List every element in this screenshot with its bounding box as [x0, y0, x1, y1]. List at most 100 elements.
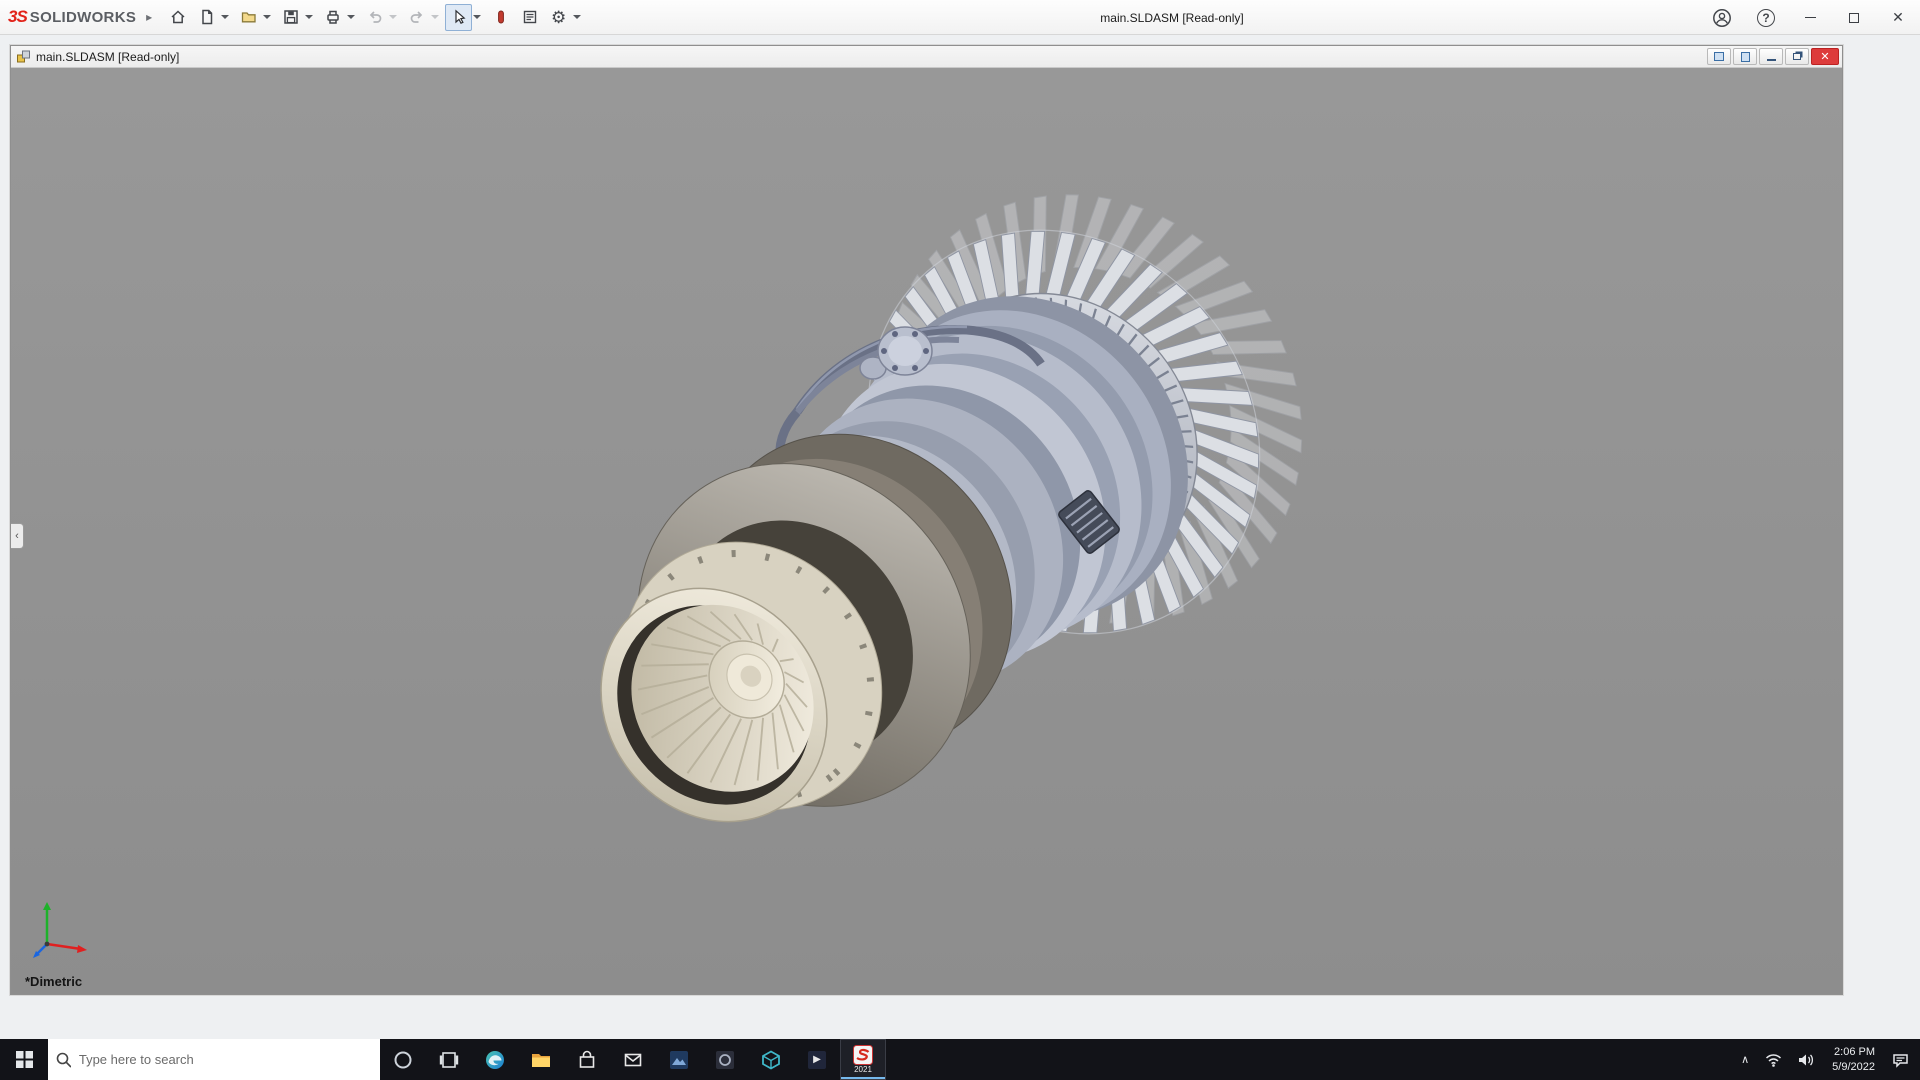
tile-horizontal-button[interactable]: [1707, 48, 1731, 65]
store-button[interactable]: [564, 1039, 610, 1080]
help-icon: ?: [1757, 9, 1775, 27]
action-center-button[interactable]: [1885, 1039, 1916, 1080]
document-window-titlebar[interactable]: main.SLDASM [Read-only] ✕: [11, 46, 1842, 68]
start-icon: [16, 1051, 33, 1068]
taskbar-search[interactable]: [48, 1039, 380, 1080]
solidworks-icon: [853, 1045, 873, 1065]
print-icon: [324, 8, 342, 26]
print-dropdown-caret[interactable]: [347, 15, 355, 19]
cortana-icon: [393, 1050, 413, 1070]
app-close-button[interactable]: ✕: [1876, 0, 1920, 35]
undo-dropdown-caret[interactable]: [389, 15, 397, 19]
red-capsule-button[interactable]: [487, 4, 514, 31]
open-button[interactable]: [235, 4, 262, 31]
volume-button[interactable]: [1791, 1039, 1822, 1080]
assembly-icon: [16, 49, 31, 64]
photos-button[interactable]: [656, 1039, 702, 1080]
window-minimize-button[interactable]: [1759, 48, 1783, 65]
edge-button[interactable]: [472, 1039, 518, 1080]
red-capsule-icon: [492, 8, 510, 26]
task-view-button[interactable]: [426, 1039, 472, 1080]
3d-viewport[interactable]: *Dimetric ‹: [11, 68, 1842, 994]
menu-expander-arrow[interactable]: ▸: [146, 10, 152, 24]
photos-icon: [668, 1049, 690, 1071]
maximize-icon: [1849, 13, 1859, 23]
save-icon: [282, 8, 300, 26]
file-explorer-icon: [530, 1049, 552, 1071]
task-view-icon: [439, 1050, 459, 1070]
redo-button[interactable]: [403, 4, 430, 31]
document-window-title: main.SLDASM [Read-only]: [36, 50, 179, 64]
close-icon: ✕: [1820, 50, 1829, 63]
undo-button[interactable]: [361, 4, 388, 31]
movies-button[interactable]: ▶: [794, 1039, 840, 1080]
document-window: main.SLDASM [Read-only] ✕: [10, 45, 1843, 995]
tile-horizontal-icon: [1714, 52, 1724, 61]
cortana-button[interactable]: [380, 1039, 426, 1080]
select-tool-button[interactable]: [445, 4, 472, 31]
options-dropdown-caret[interactable]: [573, 15, 581, 19]
clock-time: 2:06 PM: [1832, 1045, 1875, 1060]
brand-text: SOLIDWORKS: [30, 9, 136, 26]
camera-app-icon: [714, 1049, 736, 1071]
save-dropdown-caret[interactable]: [305, 15, 313, 19]
options-gear-icon: ⚙: [551, 9, 566, 26]
new-document-icon: [198, 8, 216, 26]
app-document-title: main.SLDASM [Read-only]: [1032, 0, 1312, 35]
3d-viewer-button[interactable]: [748, 1039, 794, 1080]
network-button[interactable]: [1758, 1039, 1789, 1080]
app-titlebar: 3S SOLIDWORKS ▸ ⚙ main.SLDASM [Read-only…: [0, 0, 1920, 35]
account-icon: [1712, 8, 1732, 28]
orientation-triad-icon: [29, 894, 99, 960]
solidworks-taskbar-button[interactable]: 2021: [840, 1039, 886, 1080]
3d-viewer-icon: [760, 1049, 782, 1071]
account-button[interactable]: [1700, 0, 1744, 35]
solidworks-logo: 3S SOLIDWORKS: [8, 7, 136, 27]
brand-mark: 3S: [8, 7, 27, 27]
print-button[interactable]: [319, 4, 346, 31]
new-document-button[interactable]: [193, 4, 220, 31]
solidworks-version-badge: 2021: [854, 1066, 872, 1074]
save-button[interactable]: [277, 4, 304, 31]
document-properties-button[interactable]: [516, 4, 543, 31]
search-input[interactable]: [79, 1052, 372, 1067]
panel-collapse-tab[interactable]: ‹: [11, 523, 24, 549]
open-folder-icon: [240, 8, 258, 26]
mail-icon: [623, 1050, 643, 1070]
action-center-icon: [1892, 1052, 1909, 1068]
undo-icon: [366, 8, 384, 26]
windows-taskbar: ▶ 2021 ∧ 2:06 PM 5/9/2022: [0, 1039, 1920, 1080]
chevron-left-icon: ‹: [15, 530, 19, 542]
app-maximize-button[interactable]: [1832, 0, 1876, 35]
tile-vertical-button[interactable]: [1733, 48, 1757, 65]
window-restore-button[interactable]: [1785, 48, 1809, 65]
options-button[interactable]: ⚙: [545, 4, 572, 31]
tile-vertical-icon: [1741, 52, 1750, 62]
minimize-icon: [1767, 59, 1776, 61]
select-cursor-icon: [450, 8, 468, 26]
mail-button[interactable]: [610, 1039, 656, 1080]
tray-expand-button[interactable]: ∧: [1734, 1039, 1756, 1080]
file-explorer-button[interactable]: [518, 1039, 564, 1080]
new-dropdown-caret[interactable]: [221, 15, 229, 19]
help-button[interactable]: ?: [1744, 0, 1788, 35]
chevron-up-icon: ∧: [1741, 1053, 1749, 1066]
open-dropdown-caret[interactable]: [263, 15, 271, 19]
taskbar-clock[interactable]: 2:06 PM 5/9/2022: [1824, 1045, 1883, 1075]
start-button[interactable]: [0, 1039, 48, 1080]
redo-icon: [408, 8, 426, 26]
home-button[interactable]: [164, 4, 191, 31]
view-orientation-label: *Dimetric: [25, 974, 82, 989]
volume-icon: [1798, 1053, 1815, 1067]
app-minimize-button[interactable]: [1788, 0, 1832, 35]
wifi-icon: [1765, 1053, 1782, 1067]
window-close-button[interactable]: ✕: [1811, 48, 1839, 65]
jet-engine-model: [11, 68, 1842, 994]
redo-dropdown-caret[interactable]: [431, 15, 439, 19]
minimize-icon: [1805, 17, 1816, 18]
edge-icon: [484, 1049, 506, 1071]
store-icon: [577, 1050, 597, 1070]
camera-app-button[interactable]: [702, 1039, 748, 1080]
select-dropdown-caret[interactable]: [473, 15, 481, 19]
search-icon: [56, 1052, 71, 1068]
